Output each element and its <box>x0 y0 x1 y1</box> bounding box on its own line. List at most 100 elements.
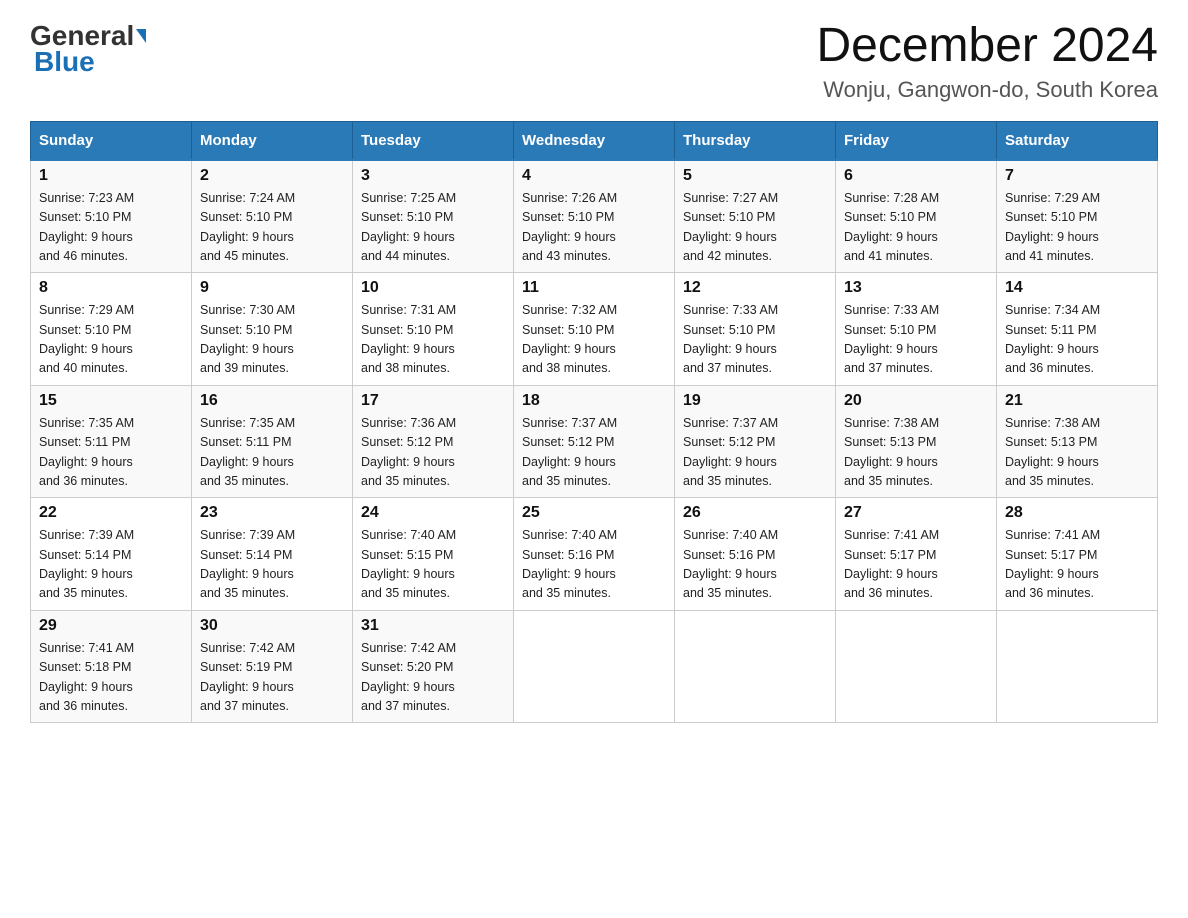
calendar-cell: 6 Sunrise: 7:28 AMSunset: 5:10 PMDayligh… <box>836 160 997 273</box>
calendar-cell: 31 Sunrise: 7:42 AMSunset: 5:20 PMDaylig… <box>353 610 514 723</box>
day-number: 1 <box>39 167 183 185</box>
calendar-cell: 22 Sunrise: 7:39 AMSunset: 5:14 PMDaylig… <box>31 498 192 611</box>
day-number: 6 <box>844 167 988 185</box>
day-number: 27 <box>844 504 988 522</box>
calendar-cell: 5 Sunrise: 7:27 AMSunset: 5:10 PMDayligh… <box>675 160 836 273</box>
day-info: Sunrise: 7:39 AMSunset: 5:14 PMDaylight:… <box>200 528 295 600</box>
day-number: 28 <box>1005 504 1149 522</box>
day-info: Sunrise: 7:35 AMSunset: 5:11 PMDaylight:… <box>200 416 295 488</box>
page-header: General Blue December 2024 Wonju, Gangwo… <box>30 20 1158 103</box>
calendar-cell: 11 Sunrise: 7:32 AMSunset: 5:10 PMDaylig… <box>514 273 675 386</box>
day-info: Sunrise: 7:27 AMSunset: 5:10 PMDaylight:… <box>683 191 778 263</box>
calendar-cell <box>675 610 836 723</box>
day-info: Sunrise: 7:40 AMSunset: 5:16 PMDaylight:… <box>683 528 778 600</box>
calendar-cell: 24 Sunrise: 7:40 AMSunset: 5:15 PMDaylig… <box>353 498 514 611</box>
logo-triangle-icon <box>136 29 146 43</box>
day-info: Sunrise: 7:37 AMSunset: 5:12 PMDaylight:… <box>522 416 617 488</box>
day-number: 18 <box>522 392 666 410</box>
day-number: 4 <box>522 167 666 185</box>
day-number: 8 <box>39 279 183 297</box>
day-number: 12 <box>683 279 827 297</box>
day-info: Sunrise: 7:41 AMSunset: 5:17 PMDaylight:… <box>844 528 939 600</box>
day-info: Sunrise: 7:30 AMSunset: 5:10 PMDaylight:… <box>200 303 295 375</box>
day-number: 14 <box>1005 279 1149 297</box>
calendar-cell: 16 Sunrise: 7:35 AMSunset: 5:11 PMDaylig… <box>192 385 353 498</box>
weekday-header-row: SundayMondayTuesdayWednesdayThursdayFrid… <box>31 121 1158 160</box>
day-info: Sunrise: 7:37 AMSunset: 5:12 PMDaylight:… <box>683 416 778 488</box>
day-number: 25 <box>522 504 666 522</box>
day-info: Sunrise: 7:42 AMSunset: 5:19 PMDaylight:… <box>200 641 295 713</box>
day-info: Sunrise: 7:35 AMSunset: 5:11 PMDaylight:… <box>39 416 134 488</box>
weekday-header-friday: Friday <box>836 121 997 160</box>
calendar-cell: 18 Sunrise: 7:37 AMSunset: 5:12 PMDaylig… <box>514 385 675 498</box>
day-info: Sunrise: 7:26 AMSunset: 5:10 PMDaylight:… <box>522 191 617 263</box>
week-row-1: 1 Sunrise: 7:23 AMSunset: 5:10 PMDayligh… <box>31 160 1158 273</box>
calendar-cell: 10 Sunrise: 7:31 AMSunset: 5:10 PMDaylig… <box>353 273 514 386</box>
calendar-cell: 23 Sunrise: 7:39 AMSunset: 5:14 PMDaylig… <box>192 498 353 611</box>
day-info: Sunrise: 7:23 AMSunset: 5:10 PMDaylight:… <box>39 191 134 263</box>
calendar-cell: 7 Sunrise: 7:29 AMSunset: 5:10 PMDayligh… <box>997 160 1158 273</box>
logo-blue: Blue <box>30 46 95 78</box>
weekday-header-sunday: Sunday <box>31 121 192 160</box>
day-info: Sunrise: 7:29 AMSunset: 5:10 PMDaylight:… <box>1005 191 1100 263</box>
weekday-header-saturday: Saturday <box>997 121 1158 160</box>
day-number: 17 <box>361 392 505 410</box>
calendar-title: December 2024 <box>816 20 1158 73</box>
week-row-5: 29 Sunrise: 7:41 AMSunset: 5:18 PMDaylig… <box>31 610 1158 723</box>
calendar-cell: 14 Sunrise: 7:34 AMSunset: 5:11 PMDaylig… <box>997 273 1158 386</box>
day-info: Sunrise: 7:31 AMSunset: 5:10 PMDaylight:… <box>361 303 456 375</box>
day-info: Sunrise: 7:40 AMSunset: 5:15 PMDaylight:… <box>361 528 456 600</box>
week-row-2: 8 Sunrise: 7:29 AMSunset: 5:10 PMDayligh… <box>31 273 1158 386</box>
day-number: 31 <box>361 617 505 635</box>
day-number: 3 <box>361 167 505 185</box>
day-number: 19 <box>683 392 827 410</box>
day-info: Sunrise: 7:29 AMSunset: 5:10 PMDaylight:… <box>39 303 134 375</box>
calendar-subtitle: Wonju, Gangwon-do, South Korea <box>816 77 1158 103</box>
day-number: 9 <box>200 279 344 297</box>
week-row-3: 15 Sunrise: 7:35 AMSunset: 5:11 PMDaylig… <box>31 385 1158 498</box>
title-area: December 2024 Wonju, Gangwon-do, South K… <box>816 20 1158 103</box>
calendar-cell: 4 Sunrise: 7:26 AMSunset: 5:10 PMDayligh… <box>514 160 675 273</box>
day-number: 26 <box>683 504 827 522</box>
day-info: Sunrise: 7:28 AMSunset: 5:10 PMDaylight:… <box>844 191 939 263</box>
day-info: Sunrise: 7:24 AMSunset: 5:10 PMDaylight:… <box>200 191 295 263</box>
calendar-cell <box>514 610 675 723</box>
day-info: Sunrise: 7:42 AMSunset: 5:20 PMDaylight:… <box>361 641 456 713</box>
day-number: 23 <box>200 504 344 522</box>
day-number: 7 <box>1005 167 1149 185</box>
calendar-cell: 20 Sunrise: 7:38 AMSunset: 5:13 PMDaylig… <box>836 385 997 498</box>
calendar-cell: 12 Sunrise: 7:33 AMSunset: 5:10 PMDaylig… <box>675 273 836 386</box>
day-number: 5 <box>683 167 827 185</box>
day-info: Sunrise: 7:36 AMSunset: 5:12 PMDaylight:… <box>361 416 456 488</box>
day-number: 30 <box>200 617 344 635</box>
calendar-cell: 1 Sunrise: 7:23 AMSunset: 5:10 PMDayligh… <box>31 160 192 273</box>
calendar-cell: 2 Sunrise: 7:24 AMSunset: 5:10 PMDayligh… <box>192 160 353 273</box>
day-number: 15 <box>39 392 183 410</box>
logo: General Blue <box>30 20 146 78</box>
calendar-cell: 26 Sunrise: 7:40 AMSunset: 5:16 PMDaylig… <box>675 498 836 611</box>
weekday-header-wednesday: Wednesday <box>514 121 675 160</box>
weekday-header-thursday: Thursday <box>675 121 836 160</box>
day-number: 22 <box>39 504 183 522</box>
day-number: 13 <box>844 279 988 297</box>
calendar-cell: 29 Sunrise: 7:41 AMSunset: 5:18 PMDaylig… <box>31 610 192 723</box>
calendar-cell: 15 Sunrise: 7:35 AMSunset: 5:11 PMDaylig… <box>31 385 192 498</box>
day-info: Sunrise: 7:41 AMSunset: 5:18 PMDaylight:… <box>39 641 134 713</box>
day-info: Sunrise: 7:33 AMSunset: 5:10 PMDaylight:… <box>683 303 778 375</box>
calendar-cell: 27 Sunrise: 7:41 AMSunset: 5:17 PMDaylig… <box>836 498 997 611</box>
calendar-cell <box>997 610 1158 723</box>
calendar-cell: 30 Sunrise: 7:42 AMSunset: 5:19 PMDaylig… <box>192 610 353 723</box>
weekday-header-tuesday: Tuesday <box>353 121 514 160</box>
day-info: Sunrise: 7:39 AMSunset: 5:14 PMDaylight:… <box>39 528 134 600</box>
calendar-cell: 9 Sunrise: 7:30 AMSunset: 5:10 PMDayligh… <box>192 273 353 386</box>
day-info: Sunrise: 7:33 AMSunset: 5:10 PMDaylight:… <box>844 303 939 375</box>
day-info: Sunrise: 7:25 AMSunset: 5:10 PMDaylight:… <box>361 191 456 263</box>
calendar-cell: 17 Sunrise: 7:36 AMSunset: 5:12 PMDaylig… <box>353 385 514 498</box>
calendar-cell: 19 Sunrise: 7:37 AMSunset: 5:12 PMDaylig… <box>675 385 836 498</box>
day-number: 24 <box>361 504 505 522</box>
day-info: Sunrise: 7:32 AMSunset: 5:10 PMDaylight:… <box>522 303 617 375</box>
calendar-cell: 13 Sunrise: 7:33 AMSunset: 5:10 PMDaylig… <box>836 273 997 386</box>
day-number: 21 <box>1005 392 1149 410</box>
day-info: Sunrise: 7:41 AMSunset: 5:17 PMDaylight:… <box>1005 528 1100 600</box>
calendar-cell: 3 Sunrise: 7:25 AMSunset: 5:10 PMDayligh… <box>353 160 514 273</box>
